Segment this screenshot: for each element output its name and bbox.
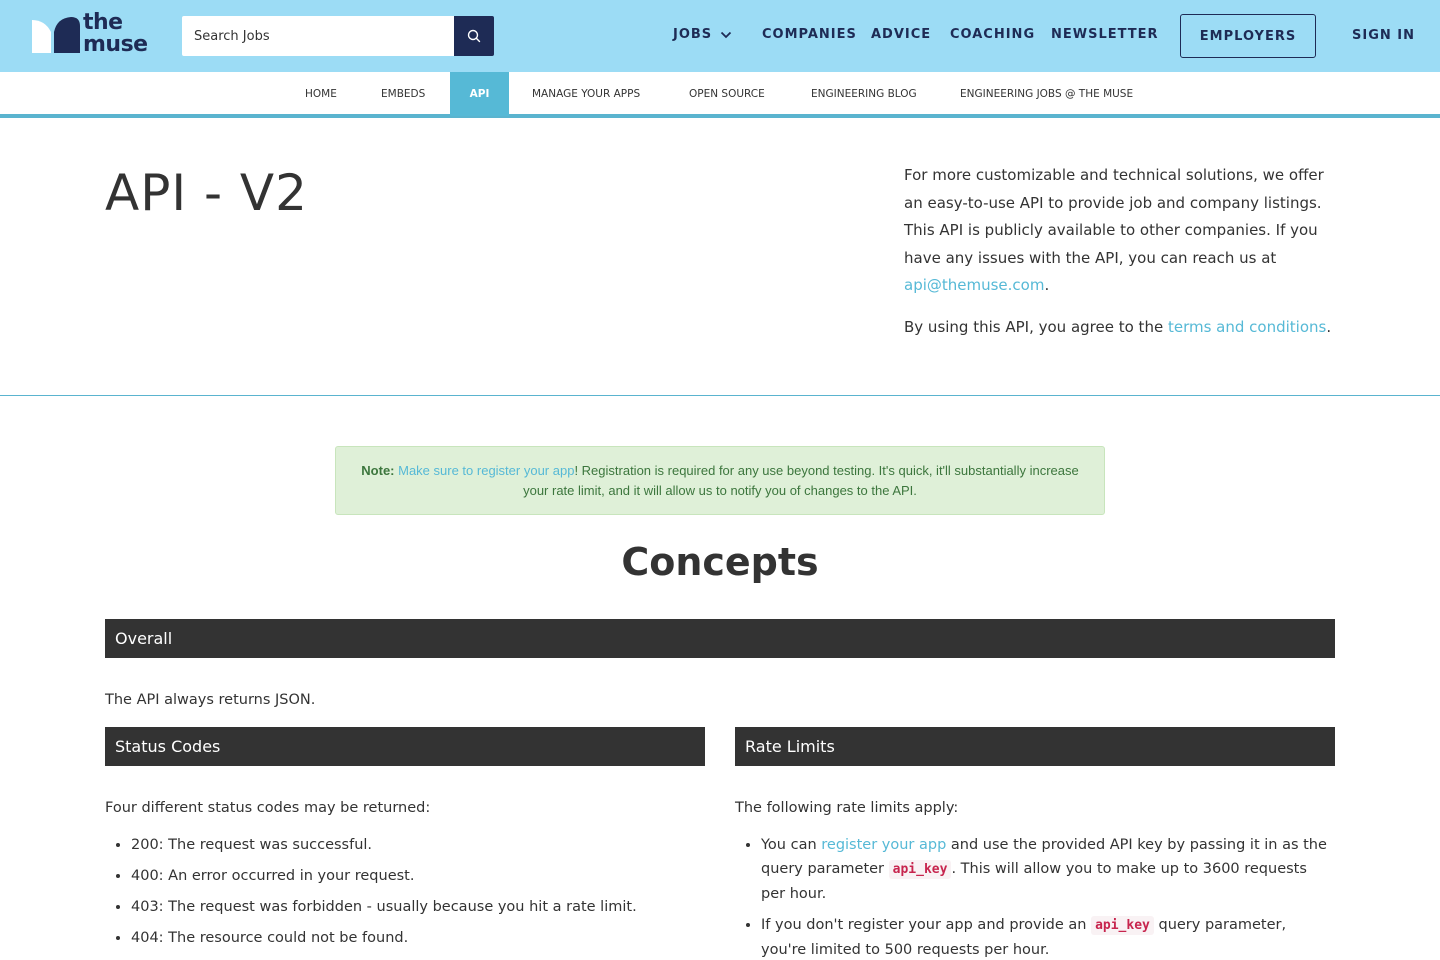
nav-companies[interactable]: COMPANIES <box>762 27 857 42</box>
nav-newsletter[interactable]: NEWSLETTER <box>1051 27 1159 42</box>
nav-advice[interactable]: ADVICE <box>871 27 931 42</box>
register-app-link[interactable]: Make sure to register your app <box>398 463 574 478</box>
hero-paragraph-1: For more customizable and technical solu… <box>904 162 1344 300</box>
list-item: You can register your app and use the pr… <box>761 833 1335 906</box>
list-item: If you don't register your app and provi… <box>761 913 1335 960</box>
subnav-embeds[interactable]: EMBEDS <box>381 72 425 116</box>
nav-jobs-label: JOBS <box>673 27 713 42</box>
concepts-heading: Concepts <box>621 540 819 584</box>
rate-limits-list: You can register your app and use the pr… <box>735 833 1335 960</box>
developer-subnav: HOME EMBEDS API MANAGE YOUR APPS OPEN SO… <box>0 72 1440 118</box>
hero-description: For more customizable and technical solu… <box>904 162 1344 355</box>
subnav-manage-your-apps[interactable]: MANAGE YOUR APPS <box>532 72 640 116</box>
status-codes-list: 200: The request was successful. 400: An… <box>105 833 705 957</box>
hero-paragraph-2: By using this API, you agree to the term… <box>904 314 1344 342</box>
chevron-down-icon <box>721 31 732 38</box>
job-search <box>182 16 494 56</box>
the-muse-logo[interactable]: the muse <box>31 12 153 56</box>
list-item: 200: The request was successful. <box>131 833 705 857</box>
api-key-code: api_key <box>888 860 952 879</box>
hero-text-2-end: . <box>1326 317 1332 336</box>
top-header: the muse JOBS COMPANIES ADVICE COACHING … <box>0 0 1440 72</box>
rate-text: If you don't register your app and provi… <box>761 917 1092 933</box>
overall-text: The API always returns JSON. <box>105 692 316 708</box>
list-item: 400: An error occurred in your request. <box>131 864 705 888</box>
search-input[interactable] <box>182 16 454 56</box>
api-key-code: api_key <box>1091 916 1154 935</box>
hero-text-1-end: . <box>1044 276 1050 294</box>
overall-heading: Overall <box>105 619 1335 658</box>
note-label: Note: <box>361 463 395 478</box>
email-link[interactable]: api@themuse.com <box>904 276 1044 294</box>
subnav-home[interactable]: HOME <box>305 72 337 116</box>
logo-mark-icon <box>32 17 80 53</box>
status-codes-heading: Status Codes <box>105 727 705 766</box>
status-codes-intro: Four different status codes may be retur… <box>105 800 431 816</box>
employers-button[interactable]: EMPLOYERS <box>1180 14 1316 58</box>
subnav-engineering-jobs[interactable]: ENGINEERING JOBS @ THE MUSE <box>960 72 1133 116</box>
nav-jobs[interactable]: JOBS <box>673 27 732 42</box>
nav-coaching[interactable]: COACHING <box>950 27 1035 42</box>
subnav-engineering-blog[interactable]: ENGINEERING BLOG <box>811 72 917 116</box>
subnav-open-source[interactable]: OPEN SOURCE <box>689 72 765 116</box>
terms-link[interactable]: terms and conditions <box>1168 318 1326 336</box>
rate-limits-intro: The following rate limits apply: <box>735 800 959 816</box>
rate-limits-heading: Rate Limits <box>735 727 1335 766</box>
list-item: 403: The request was forbidden - usually… <box>131 895 705 919</box>
rate-text: You can <box>761 837 822 853</box>
subnav-api[interactable]: API <box>450 72 509 116</box>
list-item: 404: The resource could not be found. <box>131 926 705 950</box>
logo-wordmark: the muse <box>83 10 148 57</box>
search-icon <box>467 29 481 43</box>
employers-label: EMPLOYERS <box>1199 28 1297 44</box>
hero-section: API - V2 For more customizable and techn… <box>0 122 1440 396</box>
register-app-link[interactable]: register your app <box>821 837 946 853</box>
sign-in-link[interactable]: SIGN IN <box>1352 28 1415 43</box>
note-text: ! Registration is required for any use b… <box>523 463 1079 498</box>
hero-text-1: For more customizable and technical solu… <box>904 166 1324 267</box>
page-title: API - V2 <box>105 164 308 222</box>
hero-text-2: By using this API, you agree to the <box>904 317 1168 336</box>
registration-note: Note: Make sure to register your app! Re… <box>335 446 1105 515</box>
search-button[interactable] <box>454 16 494 56</box>
